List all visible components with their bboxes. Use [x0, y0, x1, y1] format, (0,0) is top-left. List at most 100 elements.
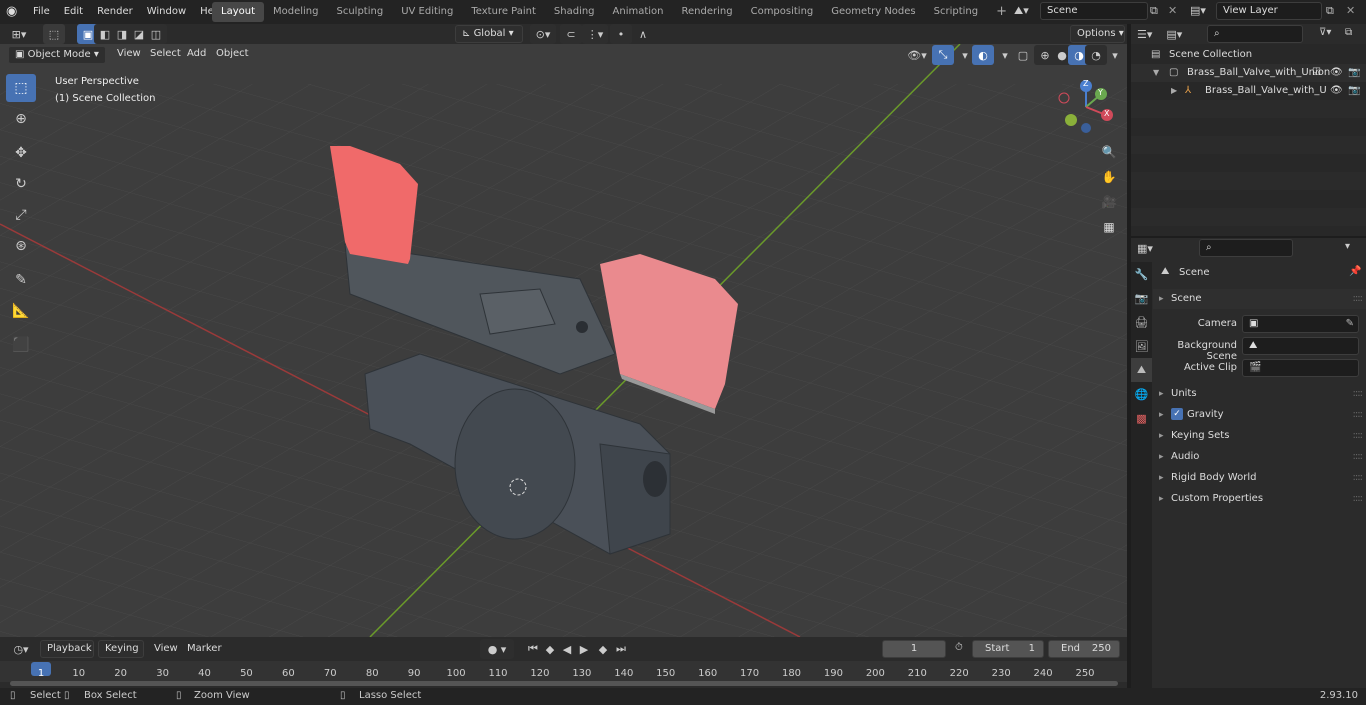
tab-scripting[interactable]: Scripting — [925, 2, 987, 22]
perspective-toggle-icon[interactable]: ▦ — [1097, 215, 1121, 239]
snap-toggle-icon[interactable]: ⊂ — [560, 24, 582, 44]
snap-target-icon[interactable]: ⋮▾ — [582, 24, 608, 44]
options-dropdown[interactable]: Options ▾ — [1070, 25, 1125, 43]
preview-range-icon[interactable]: ⏱ — [955, 642, 963, 653]
panel-scene[interactable]: Scene:::: — [1153, 289, 1366, 309]
menu-render[interactable]: Render — [90, 0, 140, 24]
tab-rendering[interactable]: Rendering — [673, 2, 742, 22]
background-scene-field[interactable]: ⛰ — [1242, 337, 1359, 355]
panel-audio[interactable]: Audio:::: — [1153, 447, 1366, 467]
transform-orientation-dropdown[interactable]: ⊾ Global ▾ — [455, 25, 523, 43]
current-frame-field[interactable]: 1 — [882, 640, 946, 658]
render-tab-icon[interactable]: 📷 — [1131, 286, 1152, 310]
drag-grip-icon[interactable]: :::: — [1353, 289, 1364, 309]
outliner-row-collection[interactable]: ▼ ▢ Brass_Ball_Valve_with_Union ☑ 👁 📷 — [1131, 64, 1366, 82]
properties-options-icon[interactable]: ▾ — [1345, 241, 1350, 252]
active-clip-field[interactable]: 🎬 — [1242, 359, 1359, 377]
outliner-row-object[interactable]: ▶ ⅄ Brass_Ball_Valve_with_U 👁 📷 — [1131, 82, 1366, 100]
scene-tab-icon[interactable]: ⛰ — [1131, 358, 1152, 382]
shading-menu-icon[interactable]: ▾ — [1104, 45, 1126, 65]
xray-toggle-icon[interactable]: ▢ — [1012, 45, 1034, 65]
select-box-tool-icon[interactable]: ⬚ — [6, 74, 36, 102]
texture-tab-icon[interactable]: ▩ — [1131, 406, 1152, 430]
filter-icon[interactable]: ⊽▾ — [1319, 27, 1331, 38]
camera-view-icon[interactable]: 🎥 — [1097, 190, 1121, 214]
pan-hand-icon[interactable]: ✋ — [1097, 165, 1121, 189]
move-tool-icon[interactable]: ✥ — [6, 139, 36, 167]
visibility-eye-icon[interactable]: 👁 — [1330, 82, 1343, 100]
tab-texture-paint[interactable]: Texture Paint — [462, 2, 545, 22]
scale-tool-icon[interactable]: ⤢ — [6, 201, 36, 229]
scene-name-field[interactable]: Scene — [1040, 2, 1148, 20]
new-collection-icon[interactable]: ⧉ — [1345, 27, 1352, 38]
camera-field[interactable]: ▣ ✎ — [1242, 315, 1359, 333]
cursor-tool-icon[interactable]: ⊕ — [6, 105, 36, 133]
tab-layout[interactable]: Layout — [212, 2, 264, 22]
falloff-icon[interactable]: ∧ — [632, 24, 654, 44]
transform-tool-icon[interactable]: ⊛ — [6, 232, 36, 260]
tab-modeling[interactable]: Modeling — [264, 2, 328, 22]
display-mode-icon[interactable]: ▤▾ — [1166, 28, 1182, 41]
properties-search-input[interactable]: ⌕ — [1199, 239, 1293, 257]
tab-uv-editing[interactable]: UV Editing — [392, 2, 462, 22]
auto-keying-icon[interactable]: ● ▾ — [480, 639, 514, 659]
start-frame-field[interactable]: Start 1 — [972, 640, 1044, 658]
view-layer-field[interactable]: View Layer — [1216, 2, 1322, 20]
eyedropper-icon[interactable]: ✎ — [1346, 316, 1354, 332]
view-layer-tab-icon[interactable]: 🖼 — [1131, 334, 1152, 358]
panel-keying-sets[interactable]: Keying Sets:::: — [1153, 426, 1366, 446]
keying-dropdown[interactable]: Keying ▾ — [98, 640, 144, 670]
annotate-tool-icon[interactable]: ✎ — [6, 266, 36, 294]
menu-edit[interactable]: Edit — [57, 0, 90, 24]
menu-window[interactable]: Window — [140, 0, 193, 24]
overlays-toggle-icon[interactable]: ◐ — [972, 45, 994, 65]
pivot-point-icon[interactable]: ⊙▾ — [530, 24, 556, 44]
navigation-gizmo[interactable]: Z Y X — [1058, 79, 1118, 139]
pin-icon[interactable]: 📌 — [1349, 266, 1361, 277]
proportional-edit-icon[interactable]: • — [610, 24, 632, 44]
tab-sculpting[interactable]: Sculpting — [328, 2, 393, 22]
editor-type-icon[interactable]: ⊞▾ — [8, 24, 30, 44]
delete-scene-icon[interactable]: ✕ — [1168, 4, 1177, 17]
menu-file[interactable]: File — [26, 0, 57, 24]
scene-selector-icon[interactable]: ⛰▾ — [1014, 4, 1036, 20]
gizmo-toggle-icon[interactable]: ⤡ — [932, 45, 954, 65]
viewport-menu-object[interactable]: Object — [216, 48, 249, 59]
new-scene-icon[interactable]: ⧉ — [1150, 4, 1158, 18]
measure-tool-icon[interactable]: 📐 — [6, 297, 36, 325]
world-tab-icon[interactable]: 🌐 — [1131, 382, 1152, 406]
select-tool-icon[interactable]: ⬚ — [43, 24, 65, 44]
tab-animation[interactable]: Animation — [604, 2, 673, 22]
outliner-editor-icon[interactable]: ☰▾ — [1137, 28, 1152, 41]
expand-arrow-icon[interactable]: ▶ — [1171, 82, 1177, 100]
viewport-menu-add[interactable]: Add — [187, 48, 206, 59]
output-tab-icon[interactable]: 🖨 — [1131, 310, 1152, 334]
exclude-checkbox-icon[interactable]: ☑ — [1312, 64, 1321, 82]
jump-end-icon[interactable]: ⏭ — [610, 639, 632, 659]
panel-custom-properties[interactable]: Custom Properties:::: — [1153, 489, 1366, 509]
delete-view-layer-icon[interactable]: ✕ — [1346, 4, 1355, 17]
end-frame-field[interactable]: End 250 — [1048, 640, 1120, 658]
view-layer-selector-icon[interactable]: ▤▾ — [1190, 4, 1212, 17]
tab-shading[interactable]: Shading — [545, 2, 604, 22]
panel-rigid-body-world[interactable]: Rigid Body World:::: — [1153, 468, 1366, 488]
tab-compositing[interactable]: Compositing — [742, 2, 823, 22]
mode-dropdown[interactable]: ▣ Object Mode ▾ — [8, 46, 106, 64]
3d-viewport[interactable]: User Perspective (1) Scene Collection Z … — [0, 24, 1127, 637]
timeline-menu-view[interactable]: View — [154, 643, 178, 654]
tool-tab-icon[interactable]: 🔧 — [1131, 262, 1152, 286]
gravity-checkbox[interactable]: ✓ — [1171, 408, 1183, 420]
panel-units[interactable]: Units:::: — [1153, 384, 1366, 404]
outliner-search-input[interactable]: ⌕ — [1207, 25, 1303, 43]
select-intersect-icon[interactable]: ◫ — [145, 24, 167, 44]
visibility-icon[interactable]: 👁▾ — [904, 45, 930, 65]
playback-dropdown[interactable]: Playback ▾ — [40, 640, 94, 670]
expand-arrow-icon[interactable]: ▼ — [1153, 64, 1159, 82]
panel-gravity[interactable]: ✓Gravity:::: — [1153, 405, 1366, 425]
timeline-scrollbar[interactable] — [10, 681, 1118, 686]
add-cube-tool-icon[interactable]: ⬛ — [6, 331, 36, 359]
viewport-menu-view[interactable]: View — [117, 48, 141, 59]
visibility-eye-icon[interactable]: 👁 — [1330, 64, 1343, 82]
timeline-menu-marker[interactable]: Marker — [187, 643, 222, 654]
viewport-menu-select[interactable]: Select — [150, 48, 181, 59]
